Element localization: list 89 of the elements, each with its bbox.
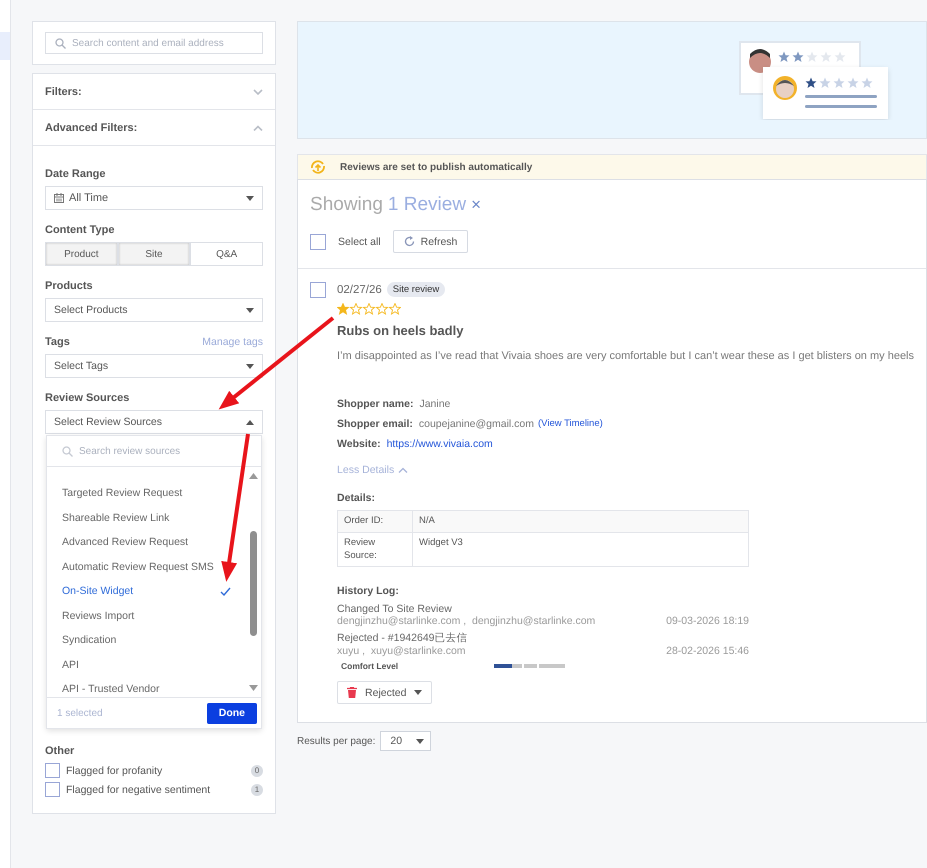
content-type-toggle[interactable]: Product <box>45 242 118 266</box>
checkbox-label: Flagged for negative sentiment <box>66 784 212 796</box>
source-option[interactable]: Targeted Review Request <box>47 481 262 506</box>
caret-icon <box>246 364 254 368</box>
checkbox[interactable] <box>310 234 326 250</box>
filter-section-header[interactable]: Advanced Filters: <box>33 110 276 146</box>
page-size-select[interactable]: 20 <box>380 731 432 752</box>
table-cell: Review Source: <box>338 532 413 567</box>
review-text: I’m disappointed as I’ve read that Vivaia shoes are very comfortable but I can’t wear these as I get blisters on my heels <box>337 350 914 362</box>
status-dropdown[interactable]: Rejected <box>337 681 432 704</box>
caret-icon <box>246 308 254 312</box>
clear-filter-button[interactable]: × <box>471 195 481 215</box>
calendar-icon <box>54 193 64 203</box>
select-all-label: Select all <box>338 236 381 248</box>
comfort-label: Comfort Level <box>341 661 400 672</box>
caret-icon <box>246 196 254 200</box>
section-heading: History Log: <box>337 585 400 598</box>
scroll-up-icon[interactable] <box>249 473 258 479</box>
scroll-down-icon[interactable] <box>249 685 258 691</box>
source-option[interactable]: Shareable Review Link <box>47 506 262 530</box>
refresh-button[interactable]: Refresh <box>392 230 468 253</box>
history-action: Rejected - #1942649已去信 <box>337 631 469 646</box>
checkbox[interactable] <box>45 782 60 797</box>
done-button[interactable]: Done <box>206 702 258 724</box>
search-field[interactable]: Search content and email address <box>45 32 264 54</box>
count-badge: 0 <box>251 764 264 776</box>
chevron-icon <box>253 88 264 94</box>
history-time: 28-02-2026 15:46 <box>666 645 750 658</box>
source-option[interactable]: API <box>47 652 262 677</box>
search-icon <box>62 446 73 457</box>
select-field[interactable]: Select Products <box>45 298 264 322</box>
caret-icon <box>416 738 424 744</box>
count-badge: 1 <box>251 784 264 796</box>
refresh-icon <box>404 236 415 247</box>
filter-label: Other <box>45 745 74 757</box>
content-type-toggle[interactable]: Q&A <box>190 242 264 266</box>
selected-count: 1 selected <box>57 708 103 718</box>
source-option[interactable]: Advanced Review Request <box>47 530 262 554</box>
chevron-icon <box>398 467 408 473</box>
checkbox[interactable] <box>45 763 60 778</box>
search-field[interactable]: Search review sources <box>47 436 262 466</box>
showing-label: Showing <box>310 194 383 216</box>
review-date: 02/27/26 <box>337 284 382 296</box>
section-heading: Details: <box>337 492 376 504</box>
scrollbar-thumb[interactable] <box>250 531 258 636</box>
caret-icon <box>246 420 254 424</box>
section-title: Advanced Filters: <box>45 122 138 134</box>
filter-label: Review Sources <box>45 392 130 404</box>
auto-publish-icon <box>310 160 326 174</box>
filter-section-header[interactable]: Filters: <box>33 74 276 110</box>
filter-label: Tags <box>45 336 70 348</box>
field-value: coupejanine@gmail.com <box>418 418 534 430</box>
field-label: Shopper name: <box>337 398 414 410</box>
notice-text: Reviews are set to publish automatically <box>340 162 532 172</box>
history-action: Changed To Site Review <box>337 603 453 616</box>
caret-icon <box>414 690 422 696</box>
review-count: 1 Review <box>388 194 466 216</box>
table-cell: Order ID: <box>338 510 413 532</box>
history-users: xuyu , xuyu@starlinke.com <box>337 645 466 658</box>
filter-label: Content Type <box>45 224 114 236</box>
checkbox-label: Flagged for profanity <box>66 764 164 776</box>
select-field[interactable]: Select Review Sources <box>45 410 264 434</box>
source-option[interactable]: Automatic Review Request SMS <box>47 554 262 579</box>
filter-label: Date Range <box>45 168 106 180</box>
source-option[interactable]: Reviews Import <box>47 604 262 628</box>
filter-label: Products <box>45 280 93 292</box>
history-users: dengjinzhu@starlinke.com , dengjinzhu@starlinke.com <box>337 615 596 628</box>
field-label: Shopper email: <box>337 418 413 430</box>
table-cell: Widget V3 <box>412 532 749 567</box>
source-option[interactable]: On-Site Widget <box>47 579 262 604</box>
content-type-toggle[interactable]: Site <box>118 242 190 266</box>
checkbox[interactable] <box>310 282 326 298</box>
chevron-icon <box>253 124 264 130</box>
history-time: 09-03-2026 18:19 <box>666 615 750 628</box>
trash-icon <box>347 687 358 698</box>
view-timeline-link[interactable]: (View Timeline) <box>538 418 603 430</box>
check-icon <box>220 586 232 596</box>
review-title: Rubs on heels badly <box>337 323 464 338</box>
website-link[interactable]: https://www.vivaia.com <box>386 438 493 450</box>
source-option[interactable]: Syndication <box>47 628 262 652</box>
review-type-tag: Site review <box>386 282 446 297</box>
source-option[interactable]: API - Trusted Vendor <box>47 677 262 697</box>
section-title: Filters: <box>45 86 82 98</box>
field-value: Janine <box>419 398 450 410</box>
select-field[interactable]: Select Tags <box>45 354 264 378</box>
select-field[interactable]: All Time <box>45 186 264 210</box>
table-cell: N/A <box>412 510 749 532</box>
results-per-page-label: Results per page: <box>297 736 376 747</box>
field-label: Website: <box>337 438 381 450</box>
